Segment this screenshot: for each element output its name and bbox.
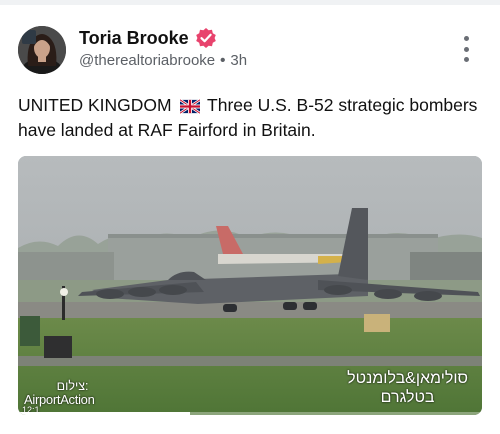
author-name[interactable]: Toria Brooke [79,27,189,49]
credit-label: צילום: [56,379,89,393]
post-time[interactable]: 3h [230,52,247,70]
divider [0,0,500,5]
video-progress-bar[interactable] [18,412,482,415]
uk-flag-icon [179,99,200,114]
post-body: UNITED KINGDOM Three U.S. B-52 strategic… [18,93,488,143]
more-vertical-icon-dot [463,46,469,52]
verified-badge-icon [195,28,216,48]
channel-watermark-line2: בטלגרם [380,389,435,406]
channel-watermark-line1: סולימאן&בלומנטל [347,370,468,387]
author-handle[interactable]: @therealtoriabrooke [79,52,215,70]
video-progress-fill [18,412,190,415]
post-text-start: UNITED KINGDOM [18,95,172,115]
more-vertical-icon [463,36,469,41]
video-media[interactable]: צילום: AirportAction סולימאן&בלומנטל בטל… [18,156,482,415]
avatar[interactable] [18,26,66,74]
meta-separator: • [220,52,226,69]
author-meta: @therealtoriabrooke • 3h [79,52,247,70]
media-credit: צילום: AirportAction [24,379,95,407]
more-options-button[interactable] [456,36,476,62]
post-card: Toria Brooke @therealtoriabrooke • 3h UN… [0,0,500,434]
more-vertical-icon-dot [463,57,469,62]
channel-watermark: סולימאן&בלומנטל בטלגרם [347,369,468,407]
author-name-row: Toria Brooke [79,27,217,49]
